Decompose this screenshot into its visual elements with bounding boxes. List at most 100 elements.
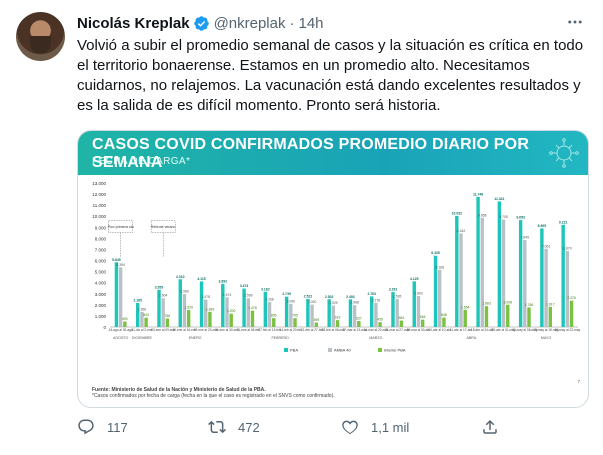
bar-amba-40	[523, 240, 527, 327]
data-label: 11.341	[494, 197, 504, 201]
author-name[interactable]: Nicolás Kreplak	[77, 15, 190, 32]
tweet-media-chart[interactable]: CASOS COVID CONFIRMADOS PROMEDIO DIARIO …	[77, 130, 589, 408]
data-label: 1.529	[184, 306, 193, 310]
bar-amba-40	[480, 217, 484, 327]
data-label: 3.182	[261, 287, 270, 291]
tweet-actions: 117 472 1,1 mil	[77, 416, 557, 438]
bar-chart: 13.000 12.000 11.000 10.000 9.000 8.000 7.000 6…	[92, 181, 581, 384]
chart-source-note: Fuente: Ministerio de Salud de la Nación…	[92, 387, 562, 399]
share-button[interactable]	[481, 418, 511, 436]
bar-interior-pba	[378, 322, 382, 327]
y-tick-label: 13.000	[92, 181, 106, 186]
bar-amba-40	[374, 302, 378, 327]
data-label: 1.817	[546, 302, 555, 306]
data-label: 399	[313, 318, 319, 322]
bar-interior-pba	[293, 318, 297, 327]
y-tick-label: 9.000	[95, 225, 107, 230]
data-label: 3.359	[155, 285, 164, 289]
bar-pba	[561, 224, 565, 327]
tweet-header: Nicolás Kreplak @nkreplak · 14h	[77, 13, 324, 33]
data-label: 4.310	[176, 275, 185, 279]
data-label: 4.115	[197, 277, 205, 281]
data-label: 1.929	[329, 301, 338, 305]
bar-amba-40	[565, 250, 570, 327]
x-tick-label: 21-feb al 27-feb	[301, 328, 324, 332]
y-tick-label: 8.000	[95, 236, 107, 241]
x-tick-label: 24-ago al 30-ago	[109, 328, 133, 332]
data-label: 9.705	[499, 215, 508, 219]
avatar[interactable]	[16, 12, 65, 61]
data-label: 2.478	[201, 295, 210, 299]
bar-interior-pba	[463, 309, 467, 327]
data-label: 435	[377, 318, 383, 322]
bar-pba	[540, 228, 544, 327]
bar-pba	[497, 201, 502, 327]
annotation-label: Pico primera ola	[108, 225, 134, 229]
x-tick-label: 31-ene al 06-feb	[237, 328, 260, 332]
bar-interior-pba	[506, 304, 510, 327]
month-label: DICIEMBRE	[132, 336, 153, 340]
legend-label: AMBA 40	[334, 348, 351, 353]
x-tick-label: 04-abr al 10-abr	[428, 328, 452, 332]
data-label: 5.394	[116, 263, 125, 267]
data-label: 619	[335, 316, 341, 320]
data-label: 7.061	[542, 244, 551, 248]
y-tick-label: 6.000	[95, 259, 107, 264]
data-label: 1.968	[350, 301, 359, 305]
retweet-count: 472	[238, 419, 260, 435]
reply-button[interactable]: 117	[77, 418, 128, 436]
data-label: 2.604	[159, 294, 168, 298]
data-label: 2.178	[372, 298, 381, 302]
bar-interior-pba	[442, 317, 446, 327]
tweet-card[interactable]: Nicolás Kreplak @nkreplak · 14h Volvió a…	[0, 0, 603, 455]
data-label: 9.221	[559, 220, 568, 224]
bar-interior-pba	[420, 319, 425, 327]
y-tick-label: 1.000	[95, 314, 107, 319]
annotation-label: Rebrote verano	[151, 225, 176, 229]
data-label: 1.554	[461, 305, 470, 309]
bar-amba-40	[416, 295, 421, 327]
data-label: 2.969	[180, 290, 189, 294]
data-label: 1.369	[206, 307, 215, 311]
x-tick-label: 16-may al 22-may	[555, 328, 581, 332]
bar-amba-40	[182, 294, 187, 327]
data-label: 848	[441, 313, 447, 317]
retweet-button[interactable]: 472	[208, 418, 260, 436]
data-label: 664	[420, 315, 426, 319]
data-label: 1.200	[227, 309, 236, 313]
like-button[interactable]: 1,1 mil	[341, 418, 409, 436]
like-count: 1,1 mil	[371, 419, 410, 435]
bar-pba	[221, 283, 225, 327]
reply-count: 117	[107, 419, 128, 435]
month-label: ENERO	[189, 336, 202, 340]
month-label: MARZO	[369, 336, 382, 340]
data-label: 3.152	[389, 288, 398, 292]
y-tick-label: 11.000	[93, 203, 107, 208]
data-label: 11.748	[473, 192, 483, 196]
y-tick-label: 12.000	[92, 192, 106, 197]
y-tick-label: 7.000	[95, 247, 107, 252]
data-label: 2.493	[346, 295, 355, 299]
data-label: 2.268	[265, 297, 274, 301]
avatar-beard	[30, 36, 51, 53]
more-options-icon[interactable]	[562, 9, 588, 35]
data-label: 2.739	[282, 292, 291, 296]
bar-interior-pba	[250, 310, 255, 327]
bar-interior-pba	[399, 320, 404, 327]
y-tick-label: 2.000	[95, 303, 107, 308]
data-label: 766	[165, 314, 171, 318]
data-label: 2.502	[325, 295, 334, 299]
data-label: 6.870	[563, 246, 572, 250]
data-label: 2.020	[308, 300, 317, 304]
data-label: 4.125	[410, 277, 419, 281]
month-label: AGOSTO	[113, 336, 129, 340]
tweet-timestamp[interactable]: 14h	[299, 15, 324, 32]
bar-amba-40	[438, 269, 442, 327]
page-number: 7	[577, 379, 580, 384]
x-tick-label: 24-ene al 30-ene	[215, 328, 239, 332]
data-label: 9.653	[516, 216, 525, 220]
data-label: 2.522	[304, 295, 313, 299]
bar-interior-pba	[144, 317, 148, 327]
author-handle[interactable]: @nkreplak	[214, 15, 286, 32]
data-label: 2.376	[567, 296, 576, 300]
